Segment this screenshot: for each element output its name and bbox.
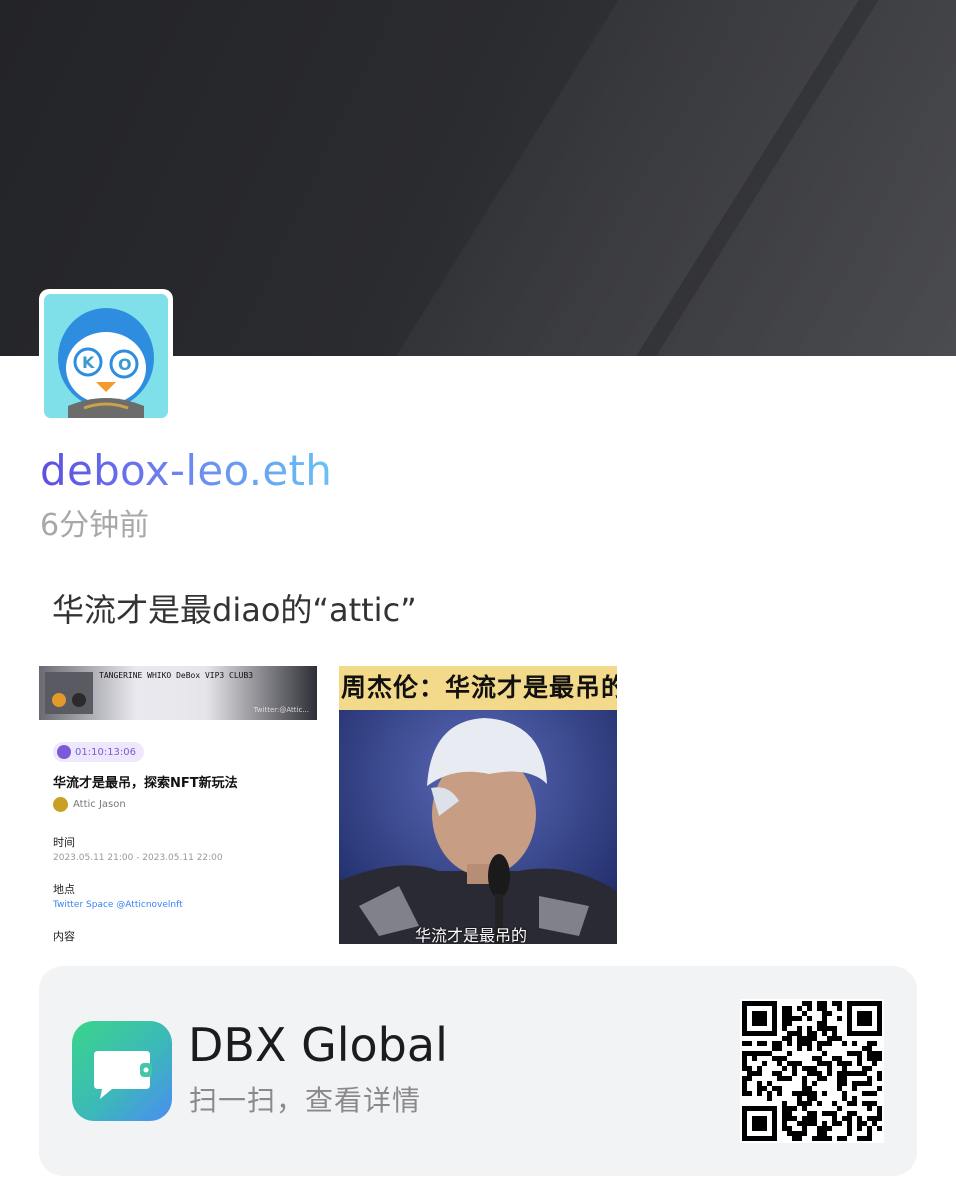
svg-text:O: O [118, 355, 132, 374]
host-avatar [53, 797, 68, 812]
duration-text: 01:10:13:06 [75, 746, 137, 758]
event-banner: TANGERINE WHIKO DeBox VIP3 CLUB3 Twitter… [39, 666, 317, 720]
qr-code-icon [742, 1001, 882, 1141]
username[interactable]: debox-leo.eth [40, 446, 332, 495]
event-time-label: 时间 [53, 836, 75, 849]
penguin-avatar-icon: K O [44, 294, 168, 418]
duration-badge: 01:10:13:06 [53, 742, 145, 762]
audio-icon [57, 745, 71, 759]
post-timestamp: 6分钟前 [40, 508, 150, 543]
video-top-caption: 周杰伦：华流才是最吊的 [339, 666, 617, 710]
event-time-value: 2023.05.11 21:00 - 2023.05.11 22:00 [53, 853, 223, 863]
event-place-label: 地点 [53, 883, 75, 896]
sponsor-logo-icon [45, 672, 93, 714]
post-text: 华流才是最diao的“attic” [52, 591, 417, 629]
event-banner-sponsors: TANGERINE WHIKO DeBox VIP3 CLUB3 [99, 671, 254, 680]
video-bottom-caption: 华流才是最吊的 [415, 926, 528, 944]
qr-code[interactable] [740, 999, 884, 1143]
app-share-card[interactable]: DBX Global 扫一扫，查看详情 [39, 966, 917, 1176]
post-image-video-frame[interactable]: 周杰伦：华流才是最吊的 华流才是最吊的 [339, 666, 617, 944]
event-place-value[interactable]: Twitter Space @Atticnovelnft [53, 900, 183, 910]
app-name: DBX Global [188, 1018, 448, 1072]
event-content-label: 内容 [53, 930, 75, 943]
svg-text:K: K [82, 353, 95, 372]
event-banner-twitter: Twitter:@Attic... [253, 706, 309, 714]
post-image-event-card[interactable]: TANGERINE WHIKO DeBox VIP3 CLUB3 Twitter… [39, 666, 317, 944]
host-name: Attic Jason [73, 799, 126, 810]
event-title: 华流才是最吊，探索NFT新玩法 [53, 776, 238, 791]
app-subtitle: 扫一扫，查看详情 [189, 1084, 422, 1117]
dbx-app-icon [72, 1021, 172, 1121]
event-host: Attic Jason [53, 797, 126, 812]
user-avatar[interactable]: K O [39, 289, 173, 423]
chat-bubble-icon [94, 1051, 152, 1099]
